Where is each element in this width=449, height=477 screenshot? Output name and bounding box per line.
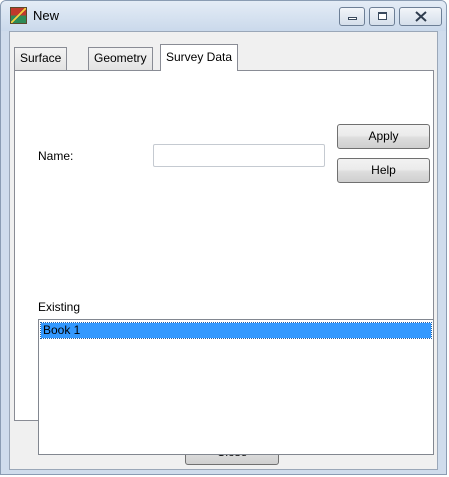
app-icon xyxy=(10,7,27,24)
list-item[interactable]: Book 1 xyxy=(40,322,432,339)
tab-survey-data[interactable]: Survey Data xyxy=(160,44,239,71)
help-button[interactable]: Help xyxy=(337,158,430,183)
apply-button[interactable]: Apply xyxy=(337,124,430,149)
close-icon xyxy=(415,11,427,22)
existing-listbox[interactable]: Book 1 xyxy=(38,319,434,455)
dialog-window: New Surface Geometry Survey Data Name: A… xyxy=(0,0,447,475)
dialog-client-area: Surface Geometry Survey Data Name: Apply… xyxy=(9,31,438,470)
tab-surface[interactable]: Surface xyxy=(14,47,68,70)
name-input[interactable] xyxy=(153,144,325,167)
window-title: New xyxy=(33,8,60,23)
tab-geometry[interactable]: Geometry xyxy=(88,47,153,70)
title-bar[interactable]: New xyxy=(1,1,446,31)
existing-label: Existing xyxy=(38,300,81,314)
close-window-button[interactable] xyxy=(399,7,442,26)
tab-panel-survey-data: Name: Apply Help Existing Book 1 xyxy=(14,70,434,455)
maximize-button[interactable] xyxy=(369,7,395,26)
minimize-button[interactable] xyxy=(339,7,365,26)
name-label: Name: xyxy=(38,149,74,163)
